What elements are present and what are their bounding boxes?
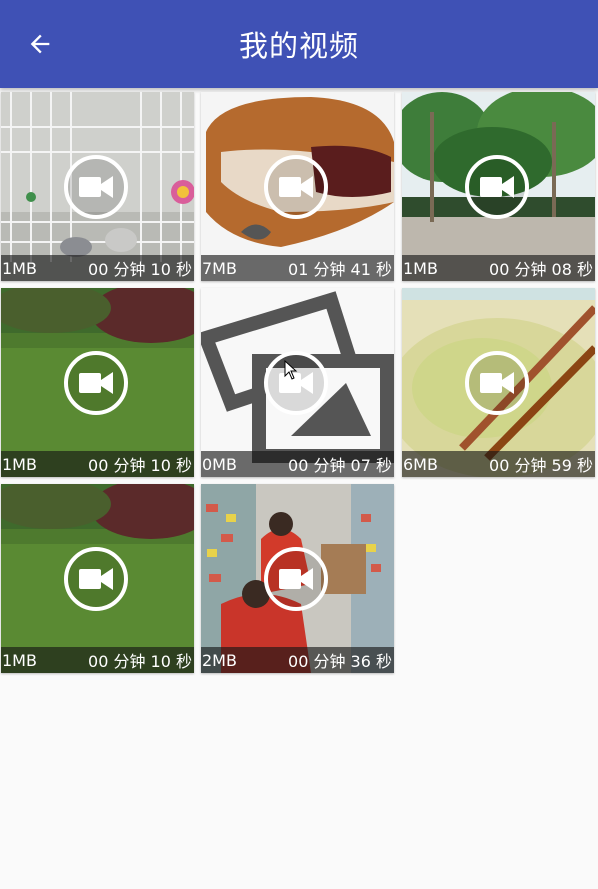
video-tile[interactable]: 0MB 00 分钟 07 秒 [201, 288, 394, 477]
video-tile[interactable]: 1MB 00 分钟 10 秒 [1, 92, 194, 281]
video-camera-icon [465, 351, 529, 415]
video-camera-icon [64, 155, 128, 219]
duration: 00 分钟 07 秒 [288, 456, 392, 475]
duration: 00 分钟 36 秒 [288, 652, 392, 671]
video-caption: 7MB 01 分钟 41 秒 [201, 255, 394, 281]
video-camera-icon [264, 155, 328, 219]
duration: 00 分钟 10 秒 [88, 456, 192, 475]
video-tile[interactable]: 1MB 00 分钟 08 秒 [402, 92, 595, 281]
file-size: 0MB [202, 454, 237, 474]
video-tile[interactable]: 1MB 00 分钟 10 秒 [1, 288, 194, 477]
video-tile[interactable]: 7MB 01 分钟 41 秒 [201, 92, 394, 281]
file-size: 7MB [202, 258, 237, 278]
app-bar: 我的视频 [0, 0, 598, 88]
video-camera-icon [465, 155, 529, 219]
video-caption: 1MB 00 分钟 10 秒 [1, 255, 194, 281]
video-caption: 1MB 00 分钟 10 秒 [1, 451, 194, 477]
duration: 00 分钟 08 秒 [489, 260, 593, 279]
duration: 00 分钟 10 秒 [88, 260, 192, 279]
video-camera-icon [264, 547, 328, 611]
video-caption: 0MB 00 分钟 07 秒 [201, 451, 394, 477]
file-size: 6MB [403, 454, 438, 474]
video-caption: 1MB 00 分钟 08 秒 [402, 255, 595, 281]
video-tile[interactable]: 1MB 00 分钟 10 秒 [1, 484, 194, 673]
video-camera-icon [64, 547, 128, 611]
mouse-pointer-icon [284, 360, 298, 380]
video-tile[interactable]: 6MB 00 分钟 59 秒 [402, 288, 595, 477]
file-size: 1MB [2, 650, 37, 670]
video-caption: 6MB 00 分钟 59 秒 [402, 451, 595, 477]
file-size: 1MB [2, 258, 37, 278]
file-size: 1MB [403, 258, 438, 278]
file-size: 1MB [2, 454, 37, 474]
video-camera-icon [64, 351, 128, 415]
duration: 01 分钟 41 秒 [288, 260, 392, 279]
page-title: 我的视频 [238, 29, 359, 63]
video-caption: 2MB 00 分钟 36 秒 [201, 647, 394, 673]
duration: 00 分钟 10 秒 [88, 652, 192, 671]
duration: 00 分钟 59 秒 [489, 456, 593, 475]
video-caption: 1MB 00 分钟 10 秒 [1, 647, 194, 673]
file-size: 2MB [202, 650, 237, 670]
video-tile[interactable]: 2MB 00 分钟 36 秒 [201, 484, 394, 673]
